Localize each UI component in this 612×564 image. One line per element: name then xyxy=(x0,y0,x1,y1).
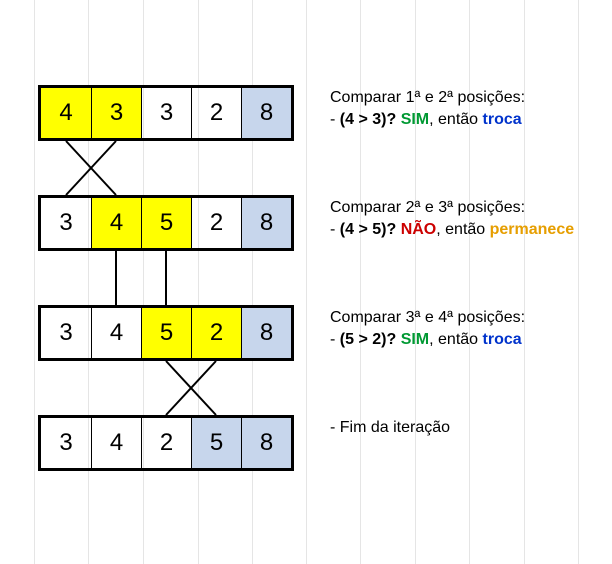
cell: 8 xyxy=(241,198,291,248)
cell: 8 xyxy=(241,308,291,358)
caption-action: troca xyxy=(483,111,522,128)
caption-prefix: - xyxy=(330,221,340,238)
cell: 2 xyxy=(191,308,241,358)
cell: 2 xyxy=(191,88,241,138)
caption-verdict: SIM xyxy=(401,111,429,128)
caption-line: Comparar 3ª e 4ª posições: xyxy=(330,307,525,329)
array-row-3: 3 4 2 5 8 xyxy=(38,415,294,471)
step-caption-1: Comparar 2ª e 3ª posições: - (4 > 5)? NÃ… xyxy=(330,197,574,241)
cell: 4 xyxy=(91,308,141,358)
array-row-0: 4 3 3 2 8 xyxy=(38,85,294,141)
caption-mid: , então xyxy=(436,221,489,238)
cell: 3 xyxy=(41,418,91,468)
caption-prefix: - xyxy=(330,111,340,128)
cell: 3 xyxy=(91,88,141,138)
cell: 3 xyxy=(141,88,191,138)
cell: 2 xyxy=(141,418,191,468)
array-row-1: 3 4 5 2 8 xyxy=(38,195,294,251)
caption-mid: , então xyxy=(429,331,482,348)
caption-mid: , então xyxy=(429,111,482,128)
bubble-sort-diagram: 4 3 3 2 8 Comparar 1ª e 2ª posições: - (… xyxy=(0,0,612,564)
caption-prefix: - xyxy=(330,331,340,348)
caption-verdict: SIM xyxy=(401,331,429,348)
cell: 5 xyxy=(141,198,191,248)
caption-line: - (5 > 2)? SIM, então troca xyxy=(330,329,525,351)
caption-action: permanece xyxy=(490,221,575,238)
caption-action: troca xyxy=(483,331,522,348)
cell: 4 xyxy=(91,418,141,468)
cell: 8 xyxy=(241,418,291,468)
caption-condition: (4 > 5)? xyxy=(340,221,401,238)
caption-condition: (5 > 2)? xyxy=(340,331,401,348)
cell: 3 xyxy=(41,308,91,358)
caption-verdict: NÃO xyxy=(401,221,437,238)
cell: 4 xyxy=(41,88,91,138)
caption-line: Comparar 2ª e 3ª posições: xyxy=(330,197,574,219)
caption-line: - Fim da iteração xyxy=(330,417,450,439)
caption-condition: (4 > 3)? xyxy=(340,111,401,128)
cell: 4 xyxy=(91,198,141,248)
step-caption-3: - Fim da iteração xyxy=(330,417,450,439)
caption-line: - (4 > 5)? NÃO, então permanece xyxy=(330,219,574,241)
step-caption-2: Comparar 3ª e 4ª posições: - (5 > 2)? SI… xyxy=(330,307,525,351)
step-caption-0: Comparar 1ª e 2ª posições: - (4 > 3)? SI… xyxy=(330,87,525,131)
cell: 5 xyxy=(141,308,191,358)
caption-line: Comparar 1ª e 2ª posições: xyxy=(330,87,525,109)
caption-line: - (4 > 3)? SIM, então troca xyxy=(330,109,525,131)
cell: 3 xyxy=(41,198,91,248)
cell: 5 xyxy=(191,418,241,468)
cell: 8 xyxy=(241,88,291,138)
cell: 2 xyxy=(191,198,241,248)
array-row-2: 3 4 5 2 8 xyxy=(38,305,294,361)
